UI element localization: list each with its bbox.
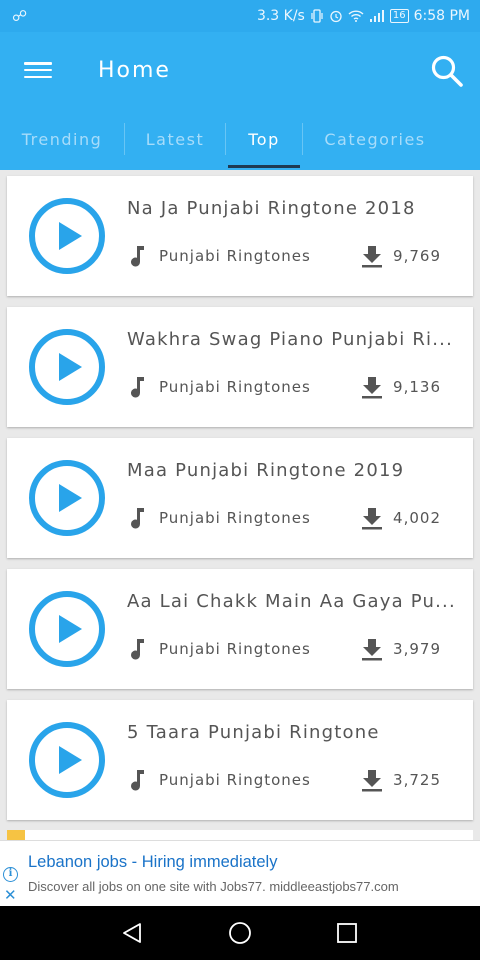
play-icon[interactable] [28, 721, 106, 799]
download-count-value: 3,725 [393, 771, 441, 789]
tab-label: Top [248, 129, 280, 149]
ringtone-title: Maa Punjabi Ringtone 2019 [127, 460, 405, 481]
download-icon [362, 246, 383, 268]
category-label: Punjabi Ringtones [159, 640, 311, 658]
ringtone-category: Punjabi Ringtones [127, 242, 311, 270]
category-label: Punjabi Ringtones [159, 247, 311, 265]
download-count-value: 3,979 [393, 640, 441, 658]
music-note-icon [131, 508, 144, 529]
download-count: 9,769 [361, 242, 441, 270]
ringtone-list: Na Ja Punjabi Ringtone 2018 Punjabi Ring… [7, 176, 473, 831]
ringtone-title: Aa Lai Chakk Main Aa Gaya Pu... [127, 591, 456, 612]
status-right: 3.3 K/s 16 6:58 PM [257, 8, 470, 24]
back-icon[interactable] [120, 921, 144, 945]
recents-icon[interactable] [335, 921, 359, 945]
download-icon [362, 639, 383, 661]
tab-label: Latest [145, 129, 205, 149]
tab-label: Categories [324, 129, 426, 149]
download-count-value: 9,769 [393, 247, 441, 265]
download-count-value: 4,002 [393, 509, 441, 527]
ringtone-category: Punjabi Ringtones [127, 635, 311, 663]
vibrate-icon [311, 9, 323, 23]
play-icon[interactable] [28, 328, 106, 406]
tab-categories[interactable]: Categories [303, 108, 447, 170]
page-title: Home [98, 57, 171, 83]
music-note-icon [131, 639, 144, 660]
ringtone-title: Na Ja Punjabi Ringtone 2018 [127, 198, 416, 219]
ringtone-category: Punjabi Ringtones [127, 504, 311, 532]
play-icon[interactable] [28, 590, 106, 668]
ringtone-category: Punjabi Ringtones [127, 373, 311, 401]
music-note-icon [131, 770, 144, 791]
download-count: 3,725 [361, 766, 441, 794]
ad-close-icon[interactable]: ✕ [4, 886, 17, 904]
usb-icon: ☍ [12, 7, 28, 25]
category-label: Punjabi Ringtones [159, 771, 311, 789]
ringtone-title: 5 Taara Punjabi Ringtone [127, 722, 380, 743]
network-speed: 3.3 K/s [256, 8, 305, 24]
ringtone-card[interactable]: 5 Taara Punjabi Ringtone Punjabi Rington… [7, 700, 473, 820]
system-nav-bar [0, 906, 480, 960]
ad-info-icon[interactable]: i [3, 867, 18, 882]
tab-bar: Trending Latest Top Categories [0, 108, 480, 170]
battery-icon: 16 [389, 9, 409, 23]
ad-description[interactable]: Discover all jobs on one site with Jobs7… [28, 879, 399, 894]
category-label: Punjabi Ringtones [159, 509, 311, 527]
search-icon[interactable] [430, 54, 464, 88]
alarm-icon [330, 10, 342, 23]
signal-icon [369, 10, 384, 22]
download-icon [362, 508, 383, 530]
tab-label: Trending [21, 129, 103, 149]
ringtone-card[interactable]: Na Ja Punjabi Ringtone 2018 Punjabi Ring… [7, 176, 473, 296]
play-icon[interactable] [28, 197, 106, 275]
clock: 6:58 PM [413, 8, 470, 24]
ringtone-title: Wakhra Swag Piano Punjabi Ri... [127, 329, 454, 350]
ringtone-category: Punjabi Ringtones [127, 766, 311, 794]
download-icon [362, 377, 383, 399]
download-count-value: 9,136 [393, 378, 441, 396]
download-icon [362, 770, 383, 792]
download-count: 3,979 [361, 635, 441, 663]
hamburger-menu-icon[interactable] [24, 60, 52, 80]
wifi-icon [348, 10, 364, 22]
download-count: 9,136 [361, 373, 441, 401]
play-icon[interactable] [28, 459, 106, 537]
tab-top[interactable]: Top [226, 108, 302, 170]
tab-latest[interactable]: Latest [125, 108, 225, 170]
ringtone-card[interactable]: Wakhra Swag Piano Punjabi Ri... Punjabi … [7, 307, 473, 427]
ad-title[interactable]: Lebanon jobs - Hiring immediately [28, 853, 277, 872]
ad-banner[interactable]: i ✕ Lebanon jobs - Hiring immediately Di… [0, 840, 480, 906]
music-note-icon [131, 246, 144, 267]
download-count: 4,002 [361, 504, 441, 532]
tab-active-indicator [228, 165, 300, 168]
status-bar: ☍ 3.3 K/s 16 6:58 PM [0, 0, 480, 32]
tab-trending[interactable]: Trending [0, 108, 124, 170]
home-icon[interactable] [228, 921, 252, 945]
ringtone-card[interactable]: Maa Punjabi Ringtone 2019 Punjabi Ringto… [7, 438, 473, 558]
app-bar: Home [0, 32, 480, 108]
music-note-icon [131, 377, 144, 398]
category-label: Punjabi Ringtones [159, 378, 311, 396]
ringtone-card[interactable]: Aa Lai Chakk Main Aa Gaya Pu... Punjabi … [7, 569, 473, 689]
